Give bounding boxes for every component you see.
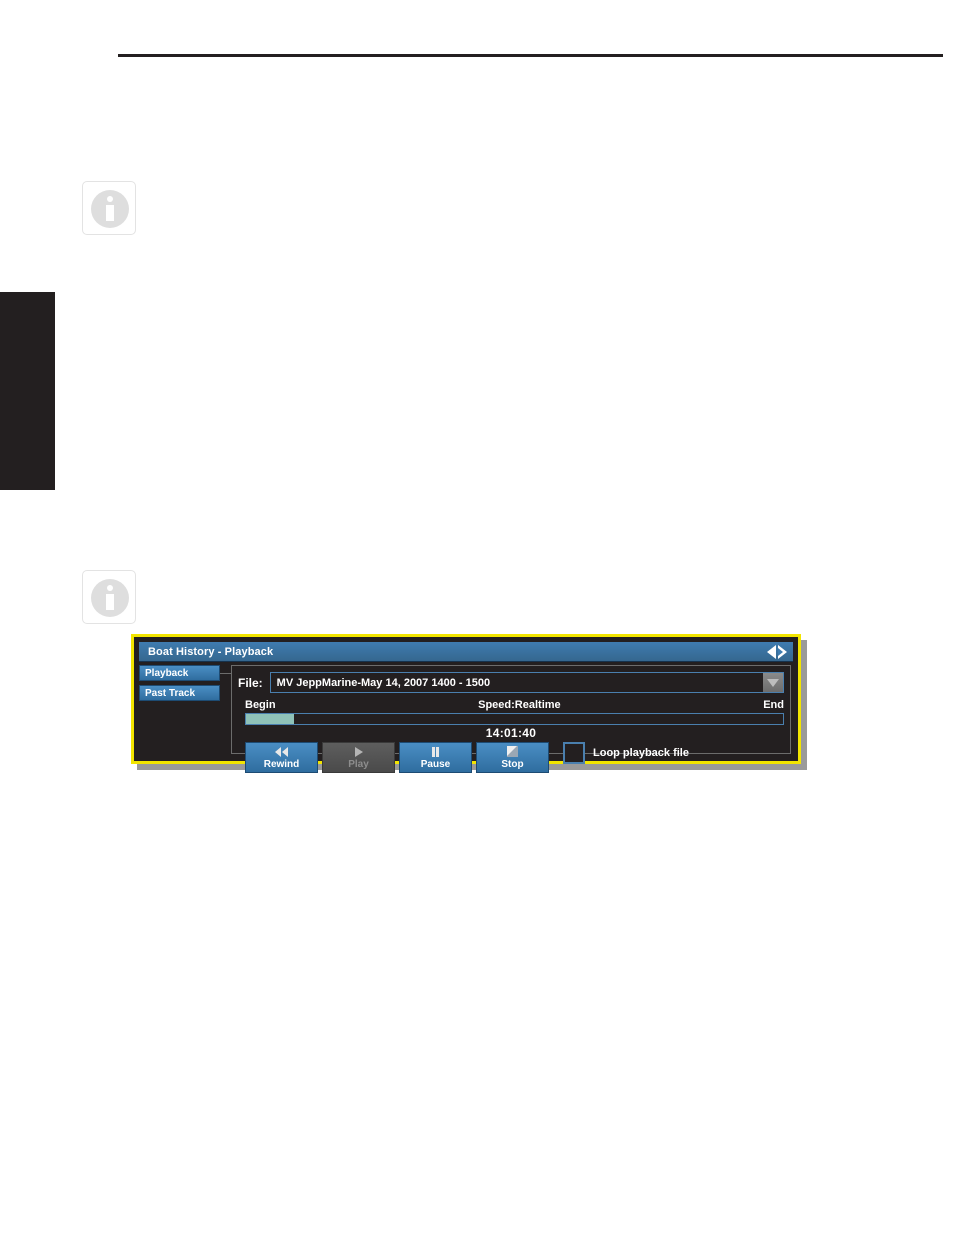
playback-time-display: 14:01:40 <box>485 726 537 740</box>
file-label: File: <box>238 675 263 690</box>
dialog-inner-frame: Boat History - Playback Playback Past Tr… <box>134 637 798 773</box>
chapter-edge-tab <box>0 292 55 490</box>
info-icon <box>82 570 136 624</box>
info-icon <box>82 181 136 235</box>
speed-label: Speed:Realtime <box>478 699 561 711</box>
dialog-nav-controls <box>767 644 793 659</box>
tab-past-track-label: Past Track <box>145 687 196 699</box>
tab-playback[interactable]: Playback <box>139 665 220 681</box>
stop-icon <box>507 746 518 758</box>
timeline-scale-labels: Begin Speed:Realtime End <box>245 698 784 712</box>
pause-button-label: Pause <box>420 758 451 770</box>
play-icon <box>354 746 363 758</box>
info-icon-stem <box>106 205 114 221</box>
dialog-tab-column: Playback Past Track <box>139 665 234 756</box>
playback-progress-fill <box>246 714 295 724</box>
info-icon-dot <box>107 196 113 202</box>
rewind-button[interactable]: Rewind <box>245 742 318 773</box>
end-label: End <box>763 699 784 711</box>
triangle-right-icon[interactable] <box>778 644 787 659</box>
pause-button[interactable]: Pause <box>399 742 472 773</box>
play-button[interactable]: Play <box>322 742 395 773</box>
stop-button-label: Stop <box>501 758 524 770</box>
loop-playback-group: Loop playback file <box>563 742 689 764</box>
file-select-value: MV JeppMarine-May 14, 2007 1400 - 1500 <box>276 676 491 689</box>
page-header-rule <box>118 54 943 57</box>
loop-playback-checkbox[interactable] <box>563 742 585 764</box>
transport-controls: Rewind Play Pause Stop Loop playback fil… <box>245 742 784 773</box>
boat-history-playback-dialog: Boat History - Playback Playback Past Tr… <box>131 634 801 773</box>
playback-content-panel: File: MV JeppMarine-May 14, 2007 1400 - … <box>231 665 791 773</box>
chevron-down-icon <box>767 678 779 687</box>
begin-label: Begin <box>245 699 276 711</box>
playback-progress-slider[interactable] <box>245 713 784 725</box>
triangle-left-icon[interactable] <box>767 644 776 659</box>
pause-icon <box>432 746 439 758</box>
stop-button[interactable]: Stop <box>476 742 549 773</box>
dialog-titlebar: Boat History - Playback <box>139 642 793 662</box>
rewind-button-label: Rewind <box>263 758 300 770</box>
file-dropdown-button[interactable] <box>763 673 783 692</box>
tab-playback-label: Playback <box>145 667 189 679</box>
file-row: File: MV JeppMarine-May 14, 2007 1400 - … <box>238 672 784 693</box>
loop-playback-label: Loop playback file <box>593 747 689 759</box>
file-select[interactable]: MV JeppMarine-May 14, 2007 1400 - 1500 <box>269 672 784 693</box>
rewind-icon <box>275 746 288 758</box>
play-button-label: Play <box>348 758 369 770</box>
info-icon-dot <box>107 585 113 591</box>
info-icon-stem <box>106 594 114 610</box>
dialog-title: Boat History - Playback <box>148 645 274 658</box>
tab-past-track[interactable]: Past Track <box>139 685 220 701</box>
